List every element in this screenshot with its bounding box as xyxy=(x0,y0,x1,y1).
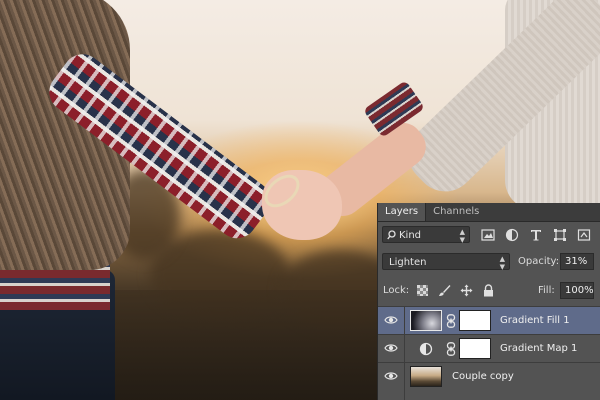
shape-layer-filter-icon[interactable] xyxy=(553,228,567,242)
layer-mask-thumbnail[interactable] xyxy=(459,338,491,359)
layer-name[interactable]: Couple copy xyxy=(452,363,514,390)
select-arrows-icon: ▲ ▼ xyxy=(459,228,465,244)
adjustment-layer-icon[interactable] xyxy=(419,342,433,356)
layer-row-gradient-fill[interactable]: Gradient Fill 1 xyxy=(378,306,600,334)
layer-filter-row: Kind ▲ ▼ xyxy=(378,226,600,246)
fill-input[interactable]: 100% xyxy=(560,282,594,299)
opacity-label: Opacity: xyxy=(518,256,560,267)
layer-name[interactable]: Gradient Fill 1 xyxy=(500,307,570,334)
mask-link-chain-icon[interactable] xyxy=(446,342,456,356)
lock-position-move-icon[interactable] xyxy=(460,284,473,297)
blend-mode-value: Lighten xyxy=(389,257,427,268)
select-arrows-icon: ▲ ▼ xyxy=(499,255,505,271)
type-layer-filter-icon[interactable] xyxy=(529,228,543,242)
eye-visibility-icon[interactable] xyxy=(384,342,398,354)
lock-image-pixels-brush-icon[interactable] xyxy=(438,284,451,297)
pixel-layer-filter-icon[interactable] xyxy=(481,228,495,242)
layer-row-couple-copy[interactable]: Couple copy xyxy=(378,362,600,400)
opacity-input[interactable]: 31% xyxy=(560,253,594,270)
photo-layer-thumbnail[interactable] xyxy=(410,366,442,387)
search-icon xyxy=(387,230,396,240)
visibility-column xyxy=(378,363,405,400)
layer-mask-thumbnail[interactable] xyxy=(459,310,491,331)
gradient-fill-thumbnail[interactable] xyxy=(410,310,442,331)
panel-tab-bar: Layers Channels xyxy=(378,203,600,222)
fill-label: Fill: xyxy=(538,285,555,296)
adjustment-layer-filter-icon[interactable] xyxy=(505,228,519,242)
layer-row-gradient-map[interactable]: Gradient Map 1 xyxy=(378,334,600,362)
lock-all-padlock-icon[interactable] xyxy=(482,284,495,297)
filter-kind-select[interactable]: Kind ▲ ▼ xyxy=(382,226,470,244)
mask-link-chain-icon[interactable] xyxy=(446,314,456,328)
visibility-column xyxy=(378,335,405,362)
filter-kind-label: Kind xyxy=(399,230,422,241)
lock-transparent-pixels-icon[interactable] xyxy=(416,284,429,297)
blend-mode-select[interactable]: Lighten ▲ ▼ xyxy=(382,253,510,271)
blend-opacity-row: Lighten ▲ ▼ Opacity: 31% xyxy=(378,253,600,273)
layers-panel: Layers Channels Kind ▲ ▼ Lighten ▲ ▼ Opa… xyxy=(378,203,600,400)
layer-name[interactable]: Gradient Map 1 xyxy=(500,335,577,362)
tab-layers[interactable]: Layers xyxy=(378,203,427,221)
smart-object-filter-icon[interactable] xyxy=(577,228,591,242)
eye-visibility-icon[interactable] xyxy=(384,370,398,382)
lock-label: Lock: xyxy=(383,285,410,296)
tab-channels[interactable]: Channels xyxy=(426,203,486,221)
eye-visibility-icon[interactable] xyxy=(384,314,398,326)
visibility-column xyxy=(378,307,405,334)
